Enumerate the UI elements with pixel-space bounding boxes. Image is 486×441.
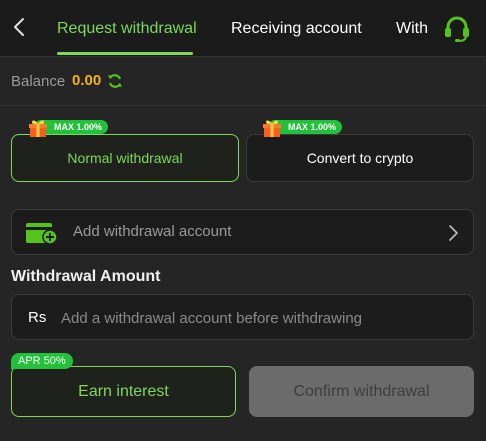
convert-to-crypto-label: Convert to crypto xyxy=(306,150,414,166)
balance-row: Balance 0.00 xyxy=(0,58,486,106)
earn-interest-label: Earn interest xyxy=(78,382,169,400)
balance-label: Balance xyxy=(11,73,66,90)
tab-withdrawal-record[interactable]: With xyxy=(396,0,430,57)
confirm-withdrawal-button[interactable]: Confirm withdrawal xyxy=(249,366,474,417)
chevron-right-icon xyxy=(449,225,458,241)
gift-icon xyxy=(29,120,47,137)
currency-symbol: Rs xyxy=(28,309,47,326)
withdrawal-amount-field: Rs xyxy=(11,294,474,340)
gift-icon xyxy=(263,120,281,137)
wallet-add-icon xyxy=(26,223,58,245)
normal-withdrawal-option[interactable]: Normal withdrawal xyxy=(11,134,239,182)
add-withdrawal-account-label: Add withdrawal account xyxy=(73,223,232,240)
top-nav: Request withdrawal Receiving account Wit… xyxy=(0,0,486,57)
confirm-withdrawal-label: Confirm withdrawal xyxy=(293,382,430,400)
apr-badge: APR 50% xyxy=(11,353,73,369)
active-tab-indicator xyxy=(57,52,193,55)
tab-receiving-account[interactable]: Receiving account xyxy=(231,0,362,57)
headset-icon xyxy=(445,16,469,42)
refresh-button[interactable] xyxy=(107,73,123,89)
back-button[interactable] xyxy=(8,14,30,40)
add-withdrawal-account-button[interactable]: Add withdrawal account xyxy=(11,209,474,255)
refresh-icon xyxy=(108,74,122,88)
normal-withdrawal-label: Normal withdrawal xyxy=(67,150,183,166)
balance-value: 0.00 xyxy=(72,72,102,89)
support-button[interactable] xyxy=(441,12,473,44)
withdrawal-amount-title: Withdrawal Amount xyxy=(11,268,161,285)
withdrawal-amount-input[interactable] xyxy=(61,305,461,331)
convert-to-crypto-option[interactable]: Convert to crypto xyxy=(246,134,474,182)
earn-interest-button[interactable]: Earn interest xyxy=(11,366,236,417)
tab-request-withdrawal[interactable]: Request withdrawal xyxy=(57,0,197,57)
chevron-left-icon xyxy=(14,18,24,36)
